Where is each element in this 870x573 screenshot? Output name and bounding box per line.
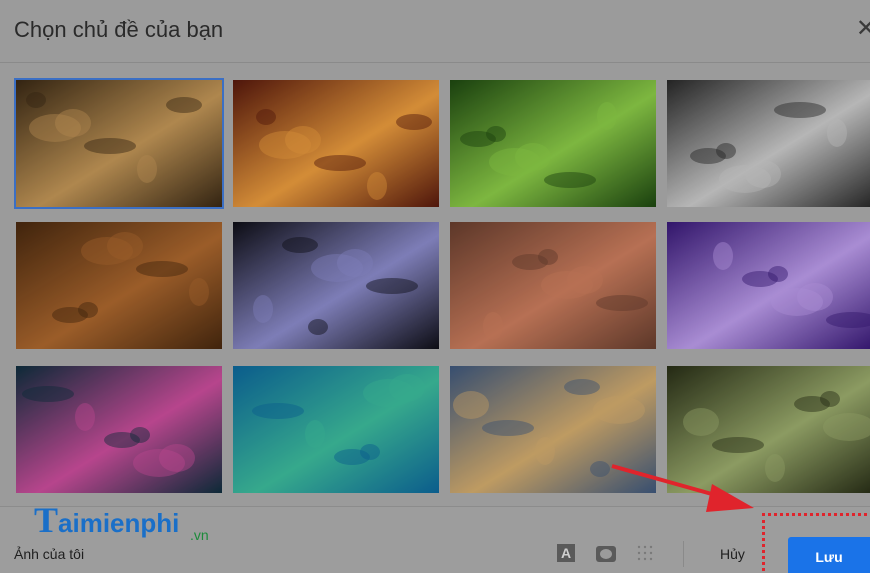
- text-background-icon[interactable]: A: [557, 544, 577, 564]
- theme-tile-bokeh-lights[interactable]: [233, 222, 439, 349]
- highlight-box: [762, 513, 870, 573]
- pointer-arrow: [611, 464, 754, 512]
- theme-tile-rainbow-ripples[interactable]: [16, 366, 222, 493]
- logo-tld: .vn: [190, 527, 209, 543]
- theme-tile-chess[interactable]: [16, 80, 222, 207]
- blur-icon[interactable]: [636, 544, 656, 564]
- theme-tile-autumn-leaves[interactable]: [16, 222, 222, 349]
- logo-initial: T: [34, 500, 59, 540]
- text-bg-glyph: A: [557, 544, 575, 562]
- theme-tile-pipes[interactable]: [667, 80, 870, 207]
- logo-text: aimienphi: [58, 508, 180, 538]
- vignette-icon[interactable]: [596, 544, 616, 564]
- theme-tile-jellyfish[interactable]: [667, 222, 870, 349]
- cancel-button[interactable]: Hủy: [720, 546, 745, 562]
- footer-divider: [683, 541, 684, 567]
- theme-tile-canyon-rock[interactable]: [233, 80, 439, 207]
- theme-tile-canyon-river[interactable]: [450, 222, 656, 349]
- theme-tile-caterpillar[interactable]: [450, 80, 656, 207]
- my-photos-link[interactable]: Ảnh của tôi: [14, 546, 84, 562]
- theme-tile-lake[interactable]: [233, 366, 439, 493]
- watermark-logo: Taimienphi .vn: [34, 499, 209, 543]
- theme-dialog: Chọn chủ đề của bạn ✕ Ảnh của tôi Taimie…: [0, 0, 870, 573]
